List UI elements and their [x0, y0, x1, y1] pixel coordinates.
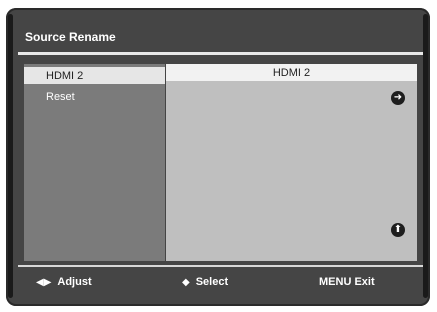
page-title: Source Rename	[25, 30, 116, 44]
exit-hint: MENU Exit	[319, 276, 375, 288]
value-panel: HDMI 2 ➜ ⬆	[166, 64, 417, 261]
footer-divider	[18, 265, 423, 267]
source-name-value: HDMI 2	[272, 66, 311, 79]
source-name-field[interactable]: HDMI 2	[166, 64, 417, 81]
adjust-label: Adjust	[57, 276, 92, 288]
menu-item-reset[interactable]: Reset	[24, 88, 165, 105]
menu-exit-label: MENU Exit	[319, 276, 375, 288]
menu-item-hdmi-2[interactable]: HDMI 2	[24, 67, 165, 84]
menu-item-label: HDMI 2	[46, 69, 84, 82]
select-label: Select	[195, 276, 229, 288]
footer-hints: ◀▶ Adjust ◆ Select MENU Exit	[18, 270, 423, 296]
bezel-right	[423, 14, 428, 298]
select-diamond-icon: ◆	[182, 276, 190, 288]
bezel-left	[8, 14, 13, 298]
right-arrow-circle-icon[interactable]: ➜	[391, 91, 405, 105]
menu-list: HDMI 2 Reset	[24, 64, 165, 261]
left-right-arrows-icon: ◀▶	[36, 276, 52, 288]
up-arrow-circle-icon[interactable]: ⬆	[391, 223, 405, 237]
title-divider	[18, 52, 423, 55]
adjust-hint: ◀▶ Adjust	[36, 276, 92, 288]
menu-item-label: Reset	[46, 90, 75, 103]
select-hint: ◆ Select	[182, 276, 228, 288]
